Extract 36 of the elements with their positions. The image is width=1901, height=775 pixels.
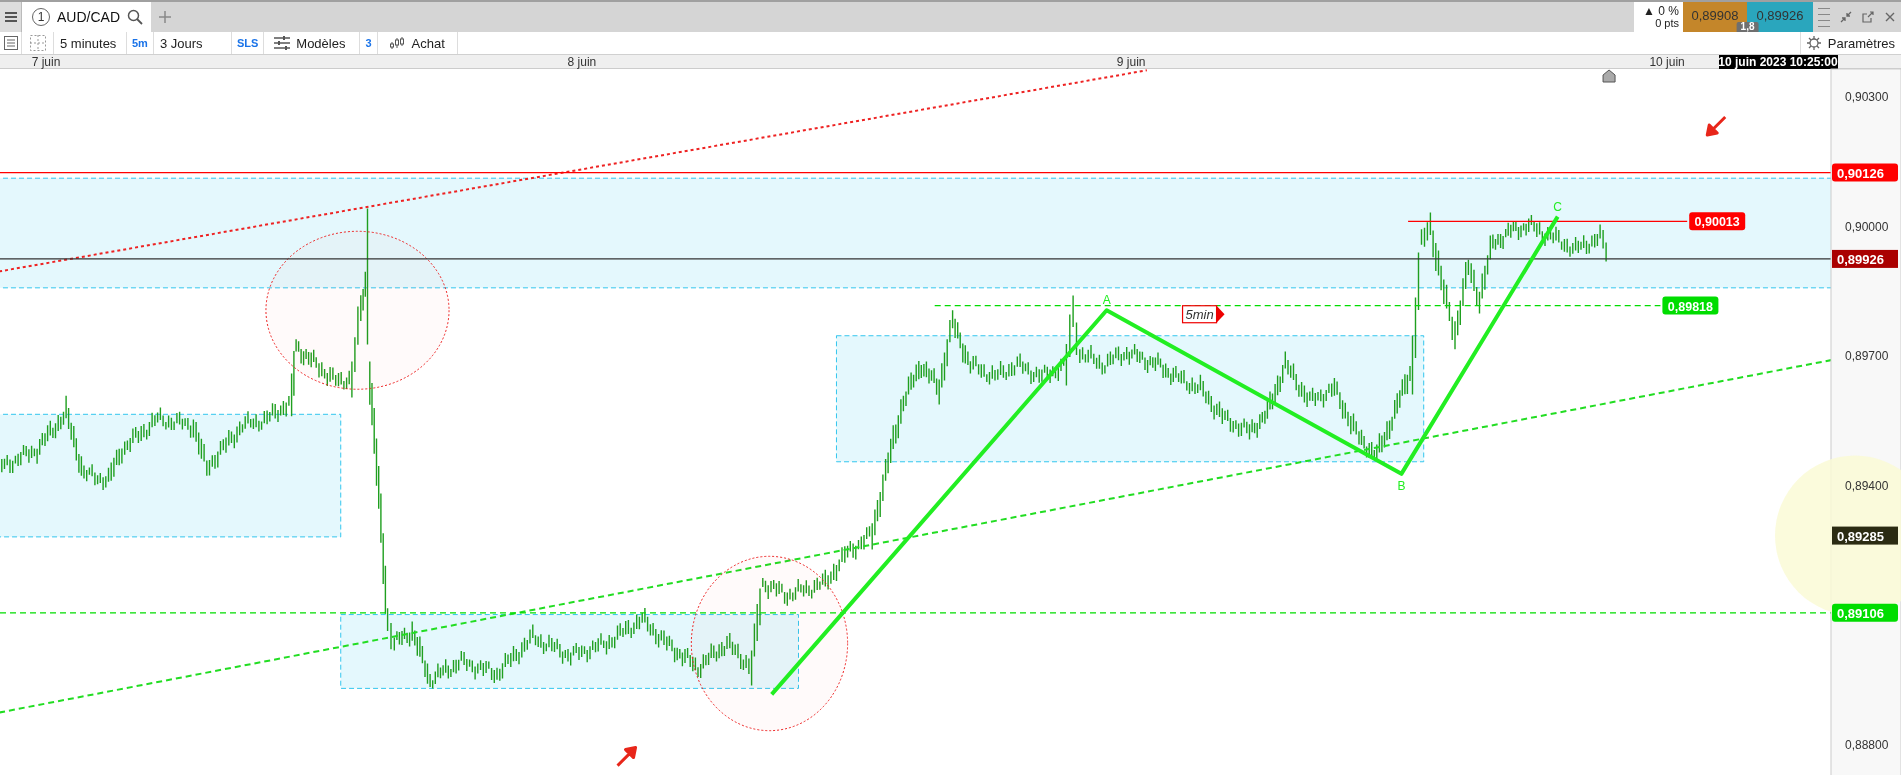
candlestick-icon bbox=[389, 36, 406, 50]
layout-icon bbox=[29, 35, 46, 51]
time-tick-label: 9 juin bbox=[1116, 55, 1146, 69]
list-icon bbox=[3, 36, 18, 50]
change-points: 0 pts bbox=[1655, 17, 1679, 29]
wave-label: B bbox=[1397, 478, 1406, 493]
price-tick-label: 0,88800 bbox=[1845, 737, 1889, 752]
plus-icon bbox=[159, 11, 171, 23]
time-tick-label: 7 juin bbox=[31, 55, 61, 69]
price-tick-label: 0,90000 bbox=[1845, 219, 1889, 234]
price-level-label: 0,89818 bbox=[1662, 296, 1719, 315]
sliders-icon bbox=[274, 36, 291, 50]
wave-label: A bbox=[1102, 293, 1111, 308]
timeframe-flag: 5min bbox=[1181, 305, 1225, 324]
price-level-label: 0,90013 bbox=[1689, 212, 1746, 231]
cursor-time-label: 10 juin 2023 10:25:00 bbox=[1718, 55, 1838, 69]
close-icon bbox=[1885, 12, 1895, 22]
arrow-icon bbox=[616, 746, 638, 768]
external-link-icon bbox=[1862, 11, 1874, 23]
collapse-icon bbox=[1840, 11, 1852, 23]
tab-label: AUD/CAD bbox=[57, 9, 120, 25]
menu-icon bbox=[4, 12, 17, 22]
arrow-icon bbox=[1705, 115, 1727, 137]
lines-icon bbox=[1818, 6, 1830, 28]
price-tick-label: 0,89400 bbox=[1845, 478, 1889, 493]
price-tick-label: 0,90300 bbox=[1845, 90, 1889, 105]
time-tick-label: 10 juin bbox=[1649, 55, 1685, 69]
price-tick-label: 0,89700 bbox=[1845, 349, 1889, 364]
wave-label: C bbox=[1553, 199, 1563, 214]
spread-badge: 1,8 bbox=[1736, 22, 1759, 32]
symbol-tab[interactable]: 1 AUD/CAD bbox=[22, 2, 151, 32]
change-percent: ▲ 0 % bbox=[1643, 5, 1679, 17]
settings-icon bbox=[1806, 36, 1821, 50]
search-icon bbox=[127, 9, 143, 25]
time-tick-label: 8 juin bbox=[567, 55, 597, 69]
menu-button[interactable] bbox=[0, 2, 22, 32]
